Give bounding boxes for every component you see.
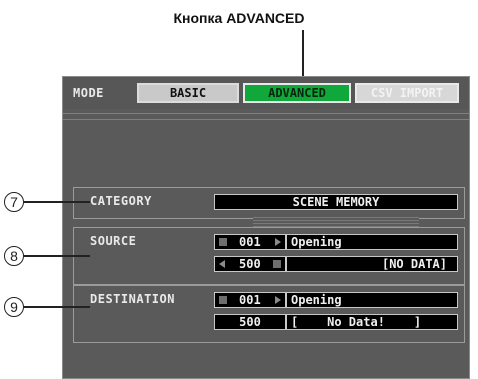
category-section: CATEGORY SCENE MEMORY xyxy=(73,187,465,219)
destination-leader xyxy=(24,306,90,308)
destination-name-1[interactable]: Opening xyxy=(286,292,458,308)
mode-label: MODE xyxy=(73,86,104,100)
circle-number-icon: 9 xyxy=(4,297,24,317)
category-label: CATEGORY xyxy=(90,194,152,208)
destination-number-2[interactable]: 500 xyxy=(214,314,286,330)
destination-number-1-value: 001 xyxy=(239,293,261,307)
top-divider-2 xyxy=(63,119,469,120)
source-name-2[interactable]: [NO DATA] xyxy=(286,256,458,272)
destination-section: DESTINATION 001 Opening 500 [ No Data! ] xyxy=(73,285,465,343)
left-arrow-icon[interactable] xyxy=(219,260,225,268)
advanced-button[interactable]: ADVANCED xyxy=(243,83,351,103)
category-field[interactable]: SCENE MEMORY xyxy=(214,194,458,210)
category-value: SCENE MEMORY xyxy=(292,195,380,209)
source-label: SOURCE xyxy=(90,234,137,248)
destination-name-2-value: [ No Data! ] xyxy=(291,315,422,329)
advanced-button-caption: Кнопка ADVANCED xyxy=(173,10,305,26)
basic-button[interactable]: BASIC xyxy=(137,83,239,103)
mode-bar: MODE BASIC ADVANCED CSV IMPORT xyxy=(63,77,469,109)
destination-number-1[interactable]: 001 xyxy=(214,292,286,308)
source-number-1-value: 001 xyxy=(239,235,261,249)
right-arrow-icon[interactable] xyxy=(275,296,281,304)
category-stripes xyxy=(253,217,419,227)
destination-number-2-value: 500 xyxy=(239,315,261,329)
circle-number-icon: 7 xyxy=(4,192,24,212)
square-icon xyxy=(273,260,281,268)
category-leader xyxy=(24,201,90,203)
circle-number-icon: 8 xyxy=(4,246,24,266)
top-divider xyxy=(63,113,469,114)
source-number-2[interactable]: 500 xyxy=(214,256,286,272)
destination-name-2[interactable]: [ No Data! ] xyxy=(286,314,458,330)
destination-name-1-value: Opening xyxy=(291,293,342,307)
destination-label: DESTINATION xyxy=(90,292,175,306)
source-number-1[interactable]: 001 xyxy=(214,234,286,250)
source-leader xyxy=(24,255,90,257)
copy-screen: MODE BASIC ADVANCED CSV IMPORT CATEGORY … xyxy=(62,76,470,379)
source-name-1[interactable]: Opening xyxy=(286,234,458,250)
square-icon xyxy=(219,238,227,246)
square-icon xyxy=(219,296,227,304)
source-name-1-value: Opening xyxy=(291,235,342,249)
right-arrow-icon[interactable] xyxy=(275,238,281,246)
source-name-2-value: [NO DATA] xyxy=(381,257,447,271)
source-number-2-value: 500 xyxy=(239,257,261,271)
csv-import-button[interactable]: CSV IMPORT xyxy=(355,83,459,103)
source-section: SOURCE 001 Opening 500 [NO DATA] xyxy=(73,227,465,285)
